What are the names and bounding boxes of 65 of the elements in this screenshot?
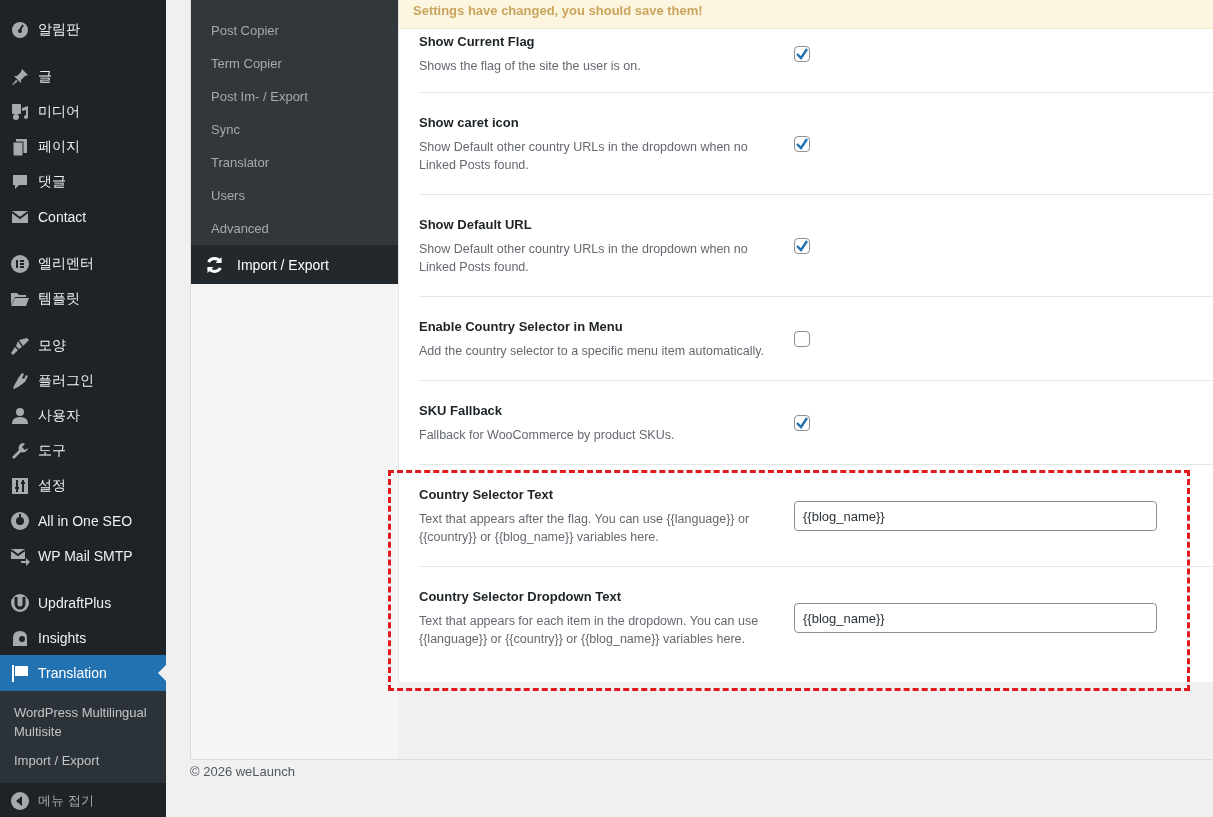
checkbox[interactable] bbox=[794, 331, 810, 347]
collapse-menu-button[interactable]: 메뉴 접기 bbox=[0, 783, 166, 817]
sidebar-item[interactable]: 플러그인 bbox=[0, 363, 166, 398]
sidebar-item[interactable]: 모양 bbox=[0, 328, 166, 363]
setting-description: Show Default other country URLs in the dropdown when no Linked Posts found. bbox=[419, 241, 749, 276]
settings-nav-item[interactable]: Import / Export bbox=[191, 245, 398, 284]
sidebar-item[interactable]: WP Mail SMTP bbox=[0, 538, 166, 573]
text-field[interactable]: {{blog_name}} bbox=[794, 603, 1157, 633]
setting-description: Fallback for WooCommerce by product SKUs. bbox=[419, 427, 676, 444]
settings-nav-item[interactable]: Advanced bbox=[191, 212, 398, 245]
sidebar-item[interactable]: 도구 bbox=[0, 433, 166, 468]
pin-icon bbox=[10, 66, 30, 87]
sidebar-item[interactable]: 사용자 bbox=[0, 398, 166, 433]
setting-description: Show Default other country URLs in the dropdown when no Linked Posts found. bbox=[419, 139, 749, 174]
settings-nav-item[interactable]: Translator bbox=[191, 146, 398, 179]
sidebar-item[interactable]: Insights bbox=[0, 620, 166, 655]
letter-e-icon bbox=[10, 253, 30, 274]
setting-description: Shows the flag of the site the user is on. bbox=[419, 58, 642, 75]
setting-description: Text that appears for each item in the dropdown. You can use {{language}} or {{country}} or {{blog_name}} variables here. bbox=[419, 613, 760, 648]
checkbox[interactable] bbox=[794, 415, 810, 431]
settings-nav-item[interactable]: Sync bbox=[191, 113, 398, 146]
sidebar-item[interactable]: 댓글 bbox=[0, 164, 166, 199]
setting-description: Add the country selector to a specific menu item automatically. bbox=[419, 343, 766, 360]
sidebar-item[interactable]: Contact bbox=[0, 199, 166, 234]
sidebar-item[interactable]: 템플릿 bbox=[0, 281, 166, 316]
plug-icon bbox=[10, 370, 30, 391]
flag-icon bbox=[10, 663, 30, 683]
wrench-icon bbox=[10, 440, 30, 461]
pages-icon bbox=[10, 136, 30, 157]
checkbox[interactable] bbox=[794, 136, 810, 152]
setting-title: Show Default URL bbox=[419, 216, 533, 234]
user-icon bbox=[10, 405, 30, 426]
sidebar-item[interactable]: 페이지 bbox=[0, 129, 166, 164]
setting-title: Show Current Flag bbox=[419, 33, 536, 51]
sidebar-item[interactable]: 설정 bbox=[0, 468, 166, 503]
setting-title: SKU Fallback bbox=[419, 402, 504, 420]
sliders-icon bbox=[10, 475, 30, 496]
dashboard-icon bbox=[10, 19, 30, 40]
media-icon bbox=[10, 101, 30, 122]
submenu-item[interactable]: WordPress Multilingual Multisite bbox=[0, 698, 166, 746]
settings-nav-item[interactable]: Post Copier bbox=[191, 14, 398, 47]
setting-title: Country Selector Text bbox=[419, 486, 555, 504]
checkbox[interactable] bbox=[794, 238, 810, 254]
collapse-icon bbox=[10, 791, 30, 811]
footer-text: © 2026 weLaunch bbox=[190, 763, 296, 779]
checkbox[interactable] bbox=[794, 46, 810, 62]
text-field[interactable]: {{blog_name}} bbox=[794, 501, 1157, 531]
sidebar-item[interactable]: Translation bbox=[0, 655, 166, 691]
setting-title: Enable Country Selector in Menu bbox=[419, 318, 624, 336]
settings-nav-item[interactable]: Post Im- / Export bbox=[191, 80, 398, 113]
brush-icon bbox=[10, 335, 30, 356]
setting-description: Text that appears after the flag. You can use {{language}} or {{country}} or {{blog_name}} variables here. bbox=[419, 511, 751, 546]
sidebar-item[interactable]: All in One SEO bbox=[0, 503, 166, 538]
sidebar-item[interactable]: 미디어 bbox=[0, 94, 166, 129]
sidebar-item[interactable]: 알림판 bbox=[0, 12, 166, 47]
settings-nav-item[interactable]: Users bbox=[191, 179, 398, 212]
warning-notice: Settings have changed, you should save them! bbox=[399, 0, 1213, 29]
setting-title: Show caret icon bbox=[419, 114, 520, 132]
sidebar-item[interactable]: UpdraftPlus bbox=[0, 585, 166, 620]
submenu-item[interactable]: Import / Export bbox=[0, 746, 166, 775]
sidebar-item[interactable]: 글 bbox=[0, 59, 166, 94]
sidebar-item[interactable]: 엘리멘터 bbox=[0, 246, 166, 281]
settings-nav-item[interactable]: Term Copier bbox=[191, 47, 398, 80]
setting-title: Country Selector Dropdown Text bbox=[419, 588, 622, 606]
circle-u-icon bbox=[10, 592, 30, 613]
